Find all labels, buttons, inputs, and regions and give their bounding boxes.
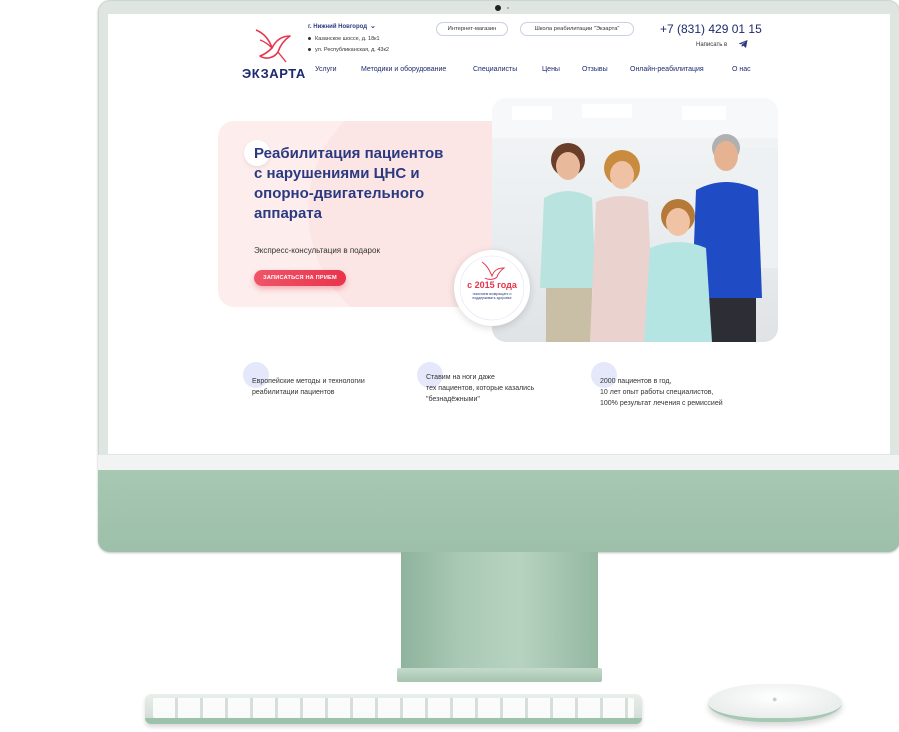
hero-title-line: Реабилитация пациентов [254,145,444,162]
write-label[interactable]: Написать в [696,42,727,48]
feature-line: 10 лет опыт работы специалистов, [600,389,714,396]
feature-line: 100% результат лечения с ремиссией [600,400,723,407]
feature-line: Ставим на ноги даже [426,374,495,381]
city-selector[interactable]: г. Нижний Новгород ⌄ [308,22,376,30]
feature-item: Европейские методы и технологии реабилит… [252,376,365,398]
apple-logo-icon: ● [772,694,778,704]
badge-year: с 2015 года [467,280,517,290]
mouse: ● [708,684,842,722]
logo-text: ЭКЗАРТА [242,66,306,81]
since-2015-badge: с 2015 года помогаем возвращать и поддер… [454,250,530,326]
nav-item-specialists[interactable]: Специалисты [473,66,517,73]
hummingbird-logo-icon [255,29,291,63]
hero-title: Реабилитация пациентов с нарушениями ЦНС… [254,144,494,224]
keyboard-base [145,718,642,724]
feature-item: 2000 пациентов в год, 10 лет опыт работы… [600,376,723,409]
feature-line: Европейские методы и технологии [252,378,365,385]
telegram-icon[interactable] [738,39,748,49]
site-logo[interactable]: ЭКЗАРТА [242,24,305,84]
feature-line: 2000 пациентов в год, [600,378,672,385]
feature-line: тех пациентов, которые казались [426,385,535,392]
nav-item-methods[interactable]: Методики и оборудование [361,66,446,73]
nav-item-online[interactable]: Онлайн-реабилитация [630,66,704,73]
nav-item-reviews[interactable]: Отзывы [582,66,608,73]
feature-item: Ставим на ноги даже тех пациентов, котор… [426,372,534,405]
hero-title-line: с нарушениями ЦНС и [254,165,420,182]
camera-led [507,7,509,9]
team-photo [492,98,778,342]
monitor-stand [401,552,598,682]
nav-item-about[interactable]: О нас [732,66,751,73]
book-appointment-button[interactable]: ЗАПИСАТЬСЯ НА ПРИЕМ [254,270,346,286]
phone-number[interactable]: +7 (831) 429 01 15 [660,22,762,36]
shop-button[interactable]: Интернет-магазин [436,22,508,36]
hero-title-line: опорно-двигательного [254,185,425,202]
address-item: ул. Республиканская, д. 43к2 [308,47,389,53]
nav-item-services[interactable]: Услуги [315,66,337,73]
desktop-scene: ● ЭКЗАРТА г. Нижний Новгород ⌄ Казанское … [0,0,899,732]
camera-icon [495,5,501,11]
website-screen: ЭКЗАРТА г. Нижний Новгород ⌄ Казанское шо… [108,14,890,454]
feature-line: реабилитации пациентов [252,389,335,396]
keyboard-keys [153,698,634,718]
badge-text: помогаем возвращать и поддерживать здоро… [472,292,512,300]
monitor-chin [98,470,899,552]
address-item: Казанское шоссе, д. 18к1 [308,36,380,42]
nav-item-prices[interactable]: Цены [542,66,560,73]
chevron-down-icon: ⌄ [370,23,376,30]
monitor-bezel-bottom [98,455,899,470]
city-label: г. Нижний Новгород [308,24,368,30]
team-photo-illustration [492,98,778,342]
hero-subtitle: Экспресс-консультация в подарок [254,246,380,255]
feature-line: "безнадёжными" [426,396,480,403]
school-button[interactable]: Школа реабилитации "Экзарта" [520,22,634,36]
monitor-stand-foot [397,668,602,682]
hero-title-line: аппарата [254,205,322,222]
